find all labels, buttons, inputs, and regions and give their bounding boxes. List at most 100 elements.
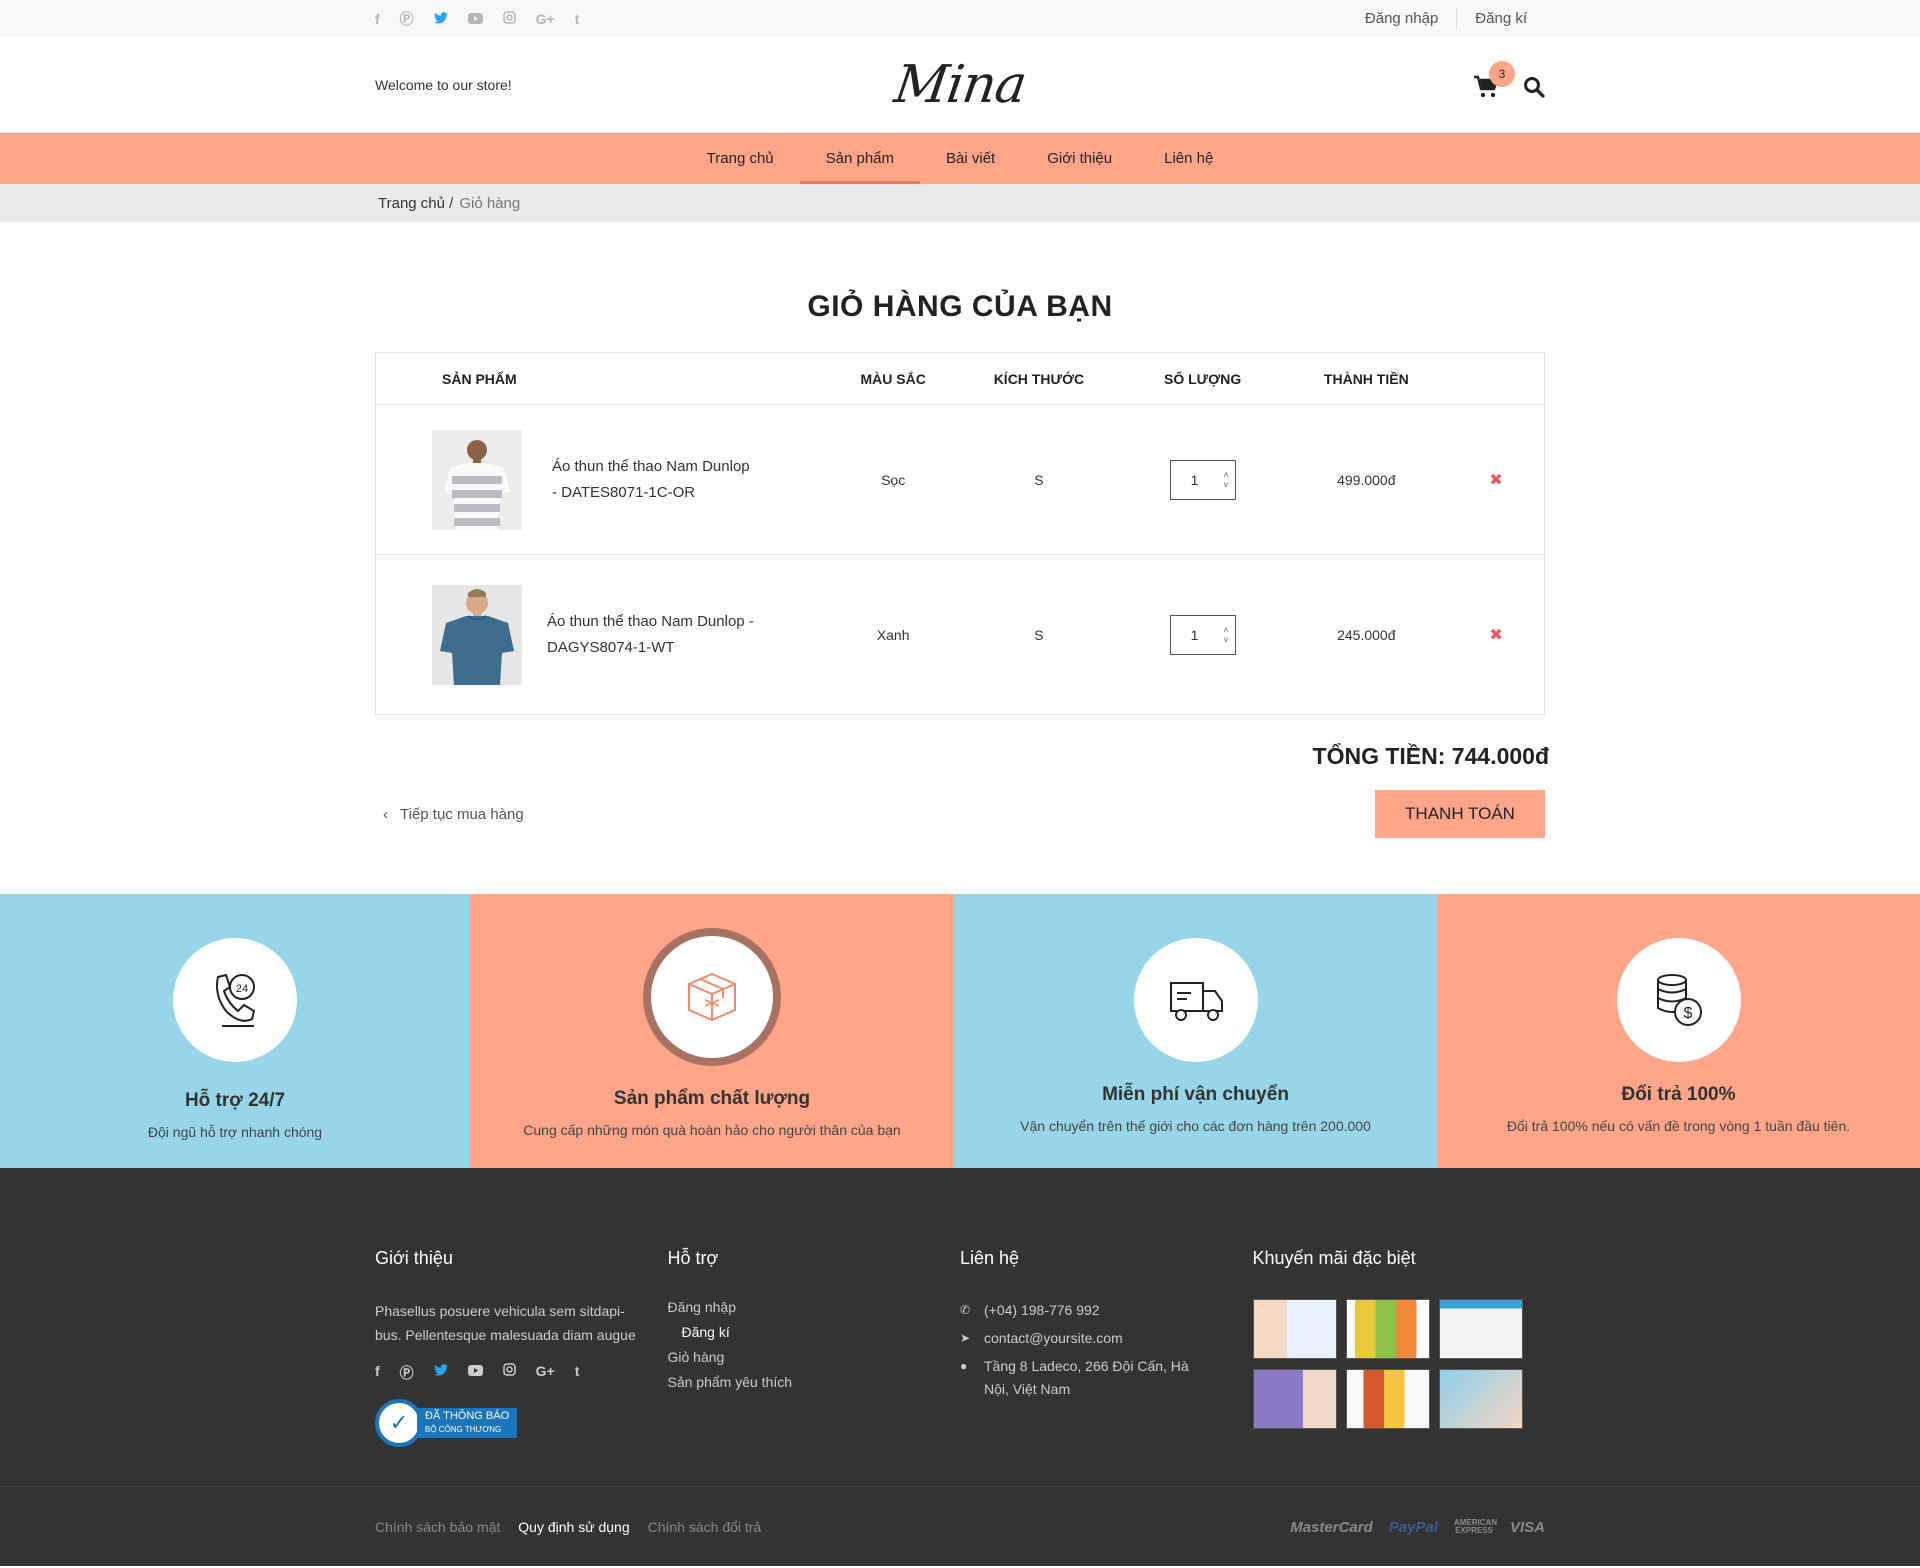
svg-text:$: $ xyxy=(1683,1005,1692,1022)
product-name[interactable]: Áo thun thể thao Nam Dunlop - DATES8071-… xyxy=(552,454,752,506)
chevron-down-icon[interactable]: ˅ xyxy=(1223,480,1228,490)
feature-title: Miễn phí vận chuyển xyxy=(1102,1084,1289,1105)
quantity-value[interactable]: 1 xyxy=(1191,472,1199,488)
product-thumbnail[interactable] xyxy=(432,429,522,530)
pinterest-icon[interactable]: Ⓟ xyxy=(400,1363,414,1383)
quantity-value[interactable]: 1 xyxy=(1191,627,1199,643)
footer-link-cart[interactable]: Giỏ hàng xyxy=(668,1349,961,1365)
quantity-cell: 1 ˄ ˅ xyxy=(1121,614,1285,655)
promo-image[interactable] xyxy=(1252,1369,1337,1429)
header-product: SẢN PHẨM xyxy=(442,370,517,387)
checkout-button[interactable]: THANH TOÁN xyxy=(1375,790,1545,838)
chevron-up-icon[interactable]: ˄ xyxy=(1223,625,1228,635)
close-icon[interactable]: ✖ xyxy=(1489,627,1502,644)
product-thumbnail[interactable] xyxy=(432,584,522,685)
promo-image[interactable] xyxy=(1438,1369,1523,1429)
remove-item-button[interactable]: ✖ xyxy=(1448,470,1544,490)
youtube-icon[interactable] xyxy=(467,12,483,26)
nav-item-contact[interactable]: Liên hệ xyxy=(1138,133,1239,184)
footer-about-title: Giới thiệu xyxy=(375,1248,453,1268)
feature-title: Đổi trả 100% xyxy=(1621,1084,1736,1105)
footer-link-login[interactable]: Đăng nhập xyxy=(668,1299,961,1315)
contact-phone: ✆ (+04) 198-776 992 xyxy=(960,1299,1253,1322)
header-size: KÍCH THƯỚC xyxy=(993,370,1085,387)
nav-item-about[interactable]: Giới thiệu xyxy=(1021,133,1138,184)
contact-email-value[interactable]: contact@yoursite.com xyxy=(984,1327,1123,1350)
feature-icon-circle: $ xyxy=(1616,938,1741,1062)
product-size: S xyxy=(1034,626,1044,643)
feature-quality: Sản phẩm chất lượng Cung cấp những món q… xyxy=(470,894,954,1168)
facebook-icon[interactable]: f xyxy=(375,12,380,26)
close-icon[interactable]: ✖ xyxy=(1489,472,1502,489)
footer: Giới thiệu Phasellus posuere vehicula se… xyxy=(0,1168,1920,1486)
cart-table-header: SẢN PHẨM MÀU SẮC KÍCH THƯỚC SỐ LƯỢNG THÀ… xyxy=(376,353,1544,405)
chevron-down-icon[interactable]: ˅ xyxy=(1223,635,1228,645)
footer-contact-title: Liên hệ xyxy=(960,1248,1020,1268)
twitter-icon[interactable] xyxy=(433,11,448,26)
nav-item-blog[interactable]: Bài viết xyxy=(920,133,1021,184)
youtube-icon[interactable] xyxy=(467,1363,483,1383)
feature-description: Đổi trả 100% nếu có vấn đề trong vòng 1 … xyxy=(1506,1118,1851,1134)
footer-contact: Liên hệ ✆ (+04) 198-776 992 ➤ contact@your… xyxy=(960,1248,1253,1486)
logo[interactable]: Mina xyxy=(891,55,1030,115)
footer-link-register[interactable]: Đăng kí xyxy=(668,1324,961,1340)
tumblr-icon[interactable]: t xyxy=(575,1363,580,1383)
page-title: GIỎ HÀNG CỦA BẠN xyxy=(807,290,1113,323)
visa-icon: VISA xyxy=(1509,1518,1545,1536)
cart-product-cell: Áo thun thể thao Nam Dunlop - DAGYS8074-… xyxy=(376,584,829,685)
instagram-icon[interactable] xyxy=(502,1363,516,1383)
return-policy-link[interactable]: Chính sách đổi trả xyxy=(648,1519,762,1535)
stepper-arrows[interactable]: ˄ ˅ xyxy=(1223,470,1228,490)
register-link[interactable]: Đăng kí xyxy=(1457,10,1545,27)
breadcrumb: Trang chủ / Giỏ hàng xyxy=(0,184,1920,222)
stepper-arrows[interactable]: ˄ ˅ xyxy=(1223,625,1228,645)
cart-button[interactable]: 3 xyxy=(1473,61,1515,103)
send-icon: ➤ xyxy=(960,1331,971,1345)
facebook-icon[interactable]: f xyxy=(375,1363,380,1383)
privacy-policy-link[interactable]: Chính sách bảo mật xyxy=(375,1519,500,1535)
terms-link[interactable]: Quy định sử dụng xyxy=(518,1519,629,1535)
footer-social-links: f Ⓟ G+ t xyxy=(375,1363,668,1383)
contact-address: ● Tầng 8 Ladeco, 266 Đội Cấn, Hà Nội, Việ… xyxy=(960,1355,1253,1401)
search-icon[interactable] xyxy=(1523,76,1545,102)
quantity-stepper[interactable]: 1 ˄ ˅ xyxy=(1169,459,1236,500)
badge-text: ĐÃ THÔNG BÁO BỘ CÔNG THƯƠNG xyxy=(417,1408,518,1438)
feature-icon-circle: 24 xyxy=(173,938,297,1062)
login-link[interactable]: Đăng nhập xyxy=(1347,10,1456,27)
product-color: Xanh xyxy=(876,626,910,643)
twitter-icon[interactable] xyxy=(433,1363,448,1383)
quantity-stepper[interactable]: 1 ˄ ˅ xyxy=(1169,614,1236,655)
contact-phone-value[interactable]: (+04) 198-776 992 xyxy=(984,1299,1100,1322)
google-plus-icon[interactable]: G+ xyxy=(536,12,555,26)
main-nav: Trang chủ Sản phẩm Bài viết Giới thiệu L… xyxy=(0,133,1920,184)
product-price: 499.000đ xyxy=(1337,471,1396,488)
remove-item-button[interactable]: ✖ xyxy=(1448,625,1544,645)
promo-image[interactable] xyxy=(1345,1369,1430,1429)
feature-title: Hỗ trợ 24/7 xyxy=(184,1090,286,1111)
product-name[interactable]: Áo thun thể thao Nam Dunlop - DAGYS8074-… xyxy=(547,609,757,661)
phone-icon: ✆ xyxy=(960,1303,971,1317)
nav-item-home[interactable]: Trang chủ xyxy=(681,133,800,184)
promo-image[interactable] xyxy=(1252,1299,1337,1359)
truck-icon xyxy=(1169,982,1223,1021)
pinterest-icon[interactable]: Ⓟ xyxy=(400,12,414,26)
footer-link-wishlist[interactable]: Sản phẩm yêu thích xyxy=(668,1374,961,1390)
breadcrumb-current: Giỏ hàng xyxy=(459,194,521,212)
instagram-icon[interactable] xyxy=(502,11,516,26)
ministry-badge[interactable]: ✓ ĐÃ THÔNG BÁO BỘ CÔNG THƯƠNG xyxy=(375,1399,668,1447)
chevron-up-icon[interactable]: ˄ xyxy=(1223,470,1228,480)
tumblr-icon[interactable]: t xyxy=(575,12,580,26)
nav-item-products[interactable]: Sản phẩm xyxy=(799,133,921,184)
promo-image[interactable] xyxy=(1345,1299,1430,1359)
google-plus-icon[interactable]: G+ xyxy=(536,1363,555,1383)
feature-icon-circle xyxy=(643,928,781,1066)
map-pin-icon: ● xyxy=(960,1359,968,1373)
breadcrumb-home[interactable]: Trang chủ / xyxy=(378,195,453,212)
footer-bottom: Chính sách bảo mật Quy định sử dụng Chín… xyxy=(0,1486,1920,1566)
payment-methods: MasterCard PayPal AMERICAN EXPRESS VISA xyxy=(1290,1519,1545,1536)
coins-icon: $ xyxy=(1656,974,1702,1026)
header-color: MÀU SẮC xyxy=(860,370,926,387)
product-price: 245.000đ xyxy=(1337,626,1396,643)
promo-image[interactable] xyxy=(1438,1299,1523,1359)
continue-shopping-link[interactable]: ‹ Tiếp tục mua hàng xyxy=(375,806,524,823)
